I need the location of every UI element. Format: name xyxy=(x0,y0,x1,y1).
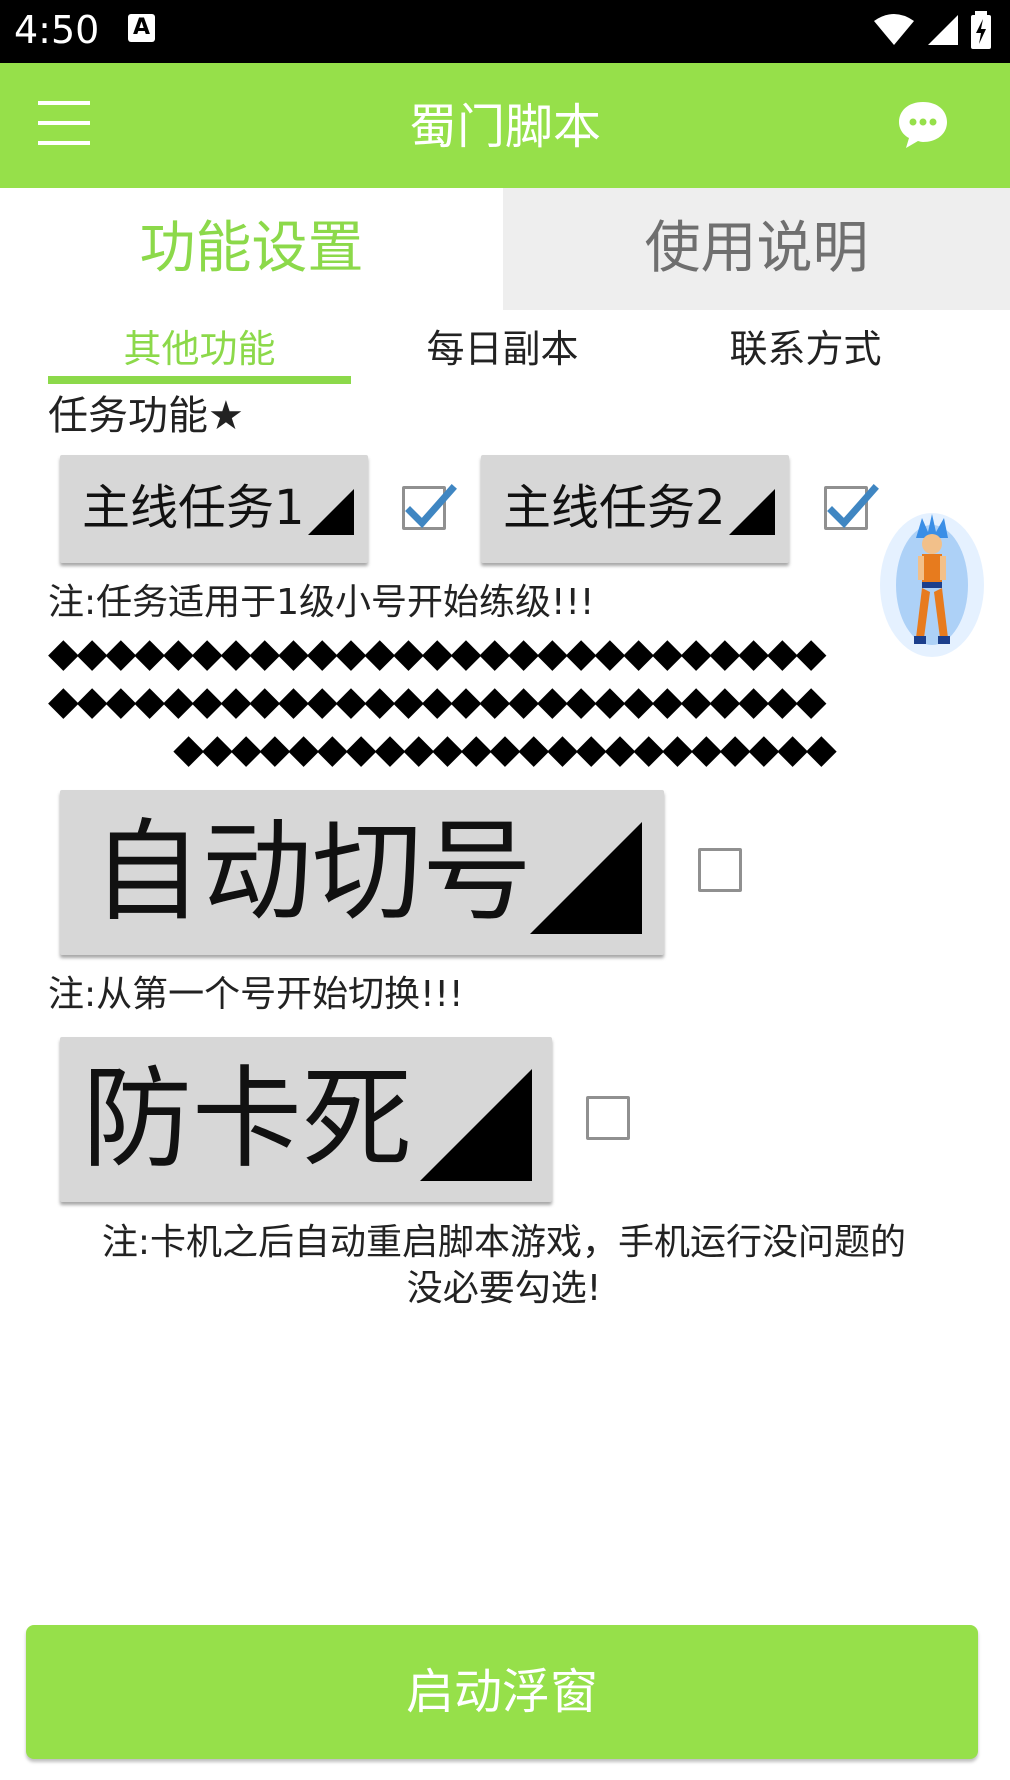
main-quest-1-spinner[interactable]: 主线任务1 xyxy=(60,455,368,563)
diamond-separator-row: ◆◆◆◆◆◆◆◆◆◆◆◆◆◆◆◆◆◆◆◆◆◆◆ xyxy=(173,726,837,772)
main-quest-2-checkbox[interactable] xyxy=(824,484,879,530)
status-bar: 4:50 A xyxy=(0,0,1010,63)
dropdown-triangle-icon xyxy=(530,822,642,934)
signal-icon xyxy=(928,15,958,45)
tab-feature-settings[interactable]: 功能设置 xyxy=(0,188,503,310)
subtab-daily-dungeon[interactable]: 每日副本 xyxy=(351,318,654,380)
anti-freeze-label: 防卡死 xyxy=(82,1055,412,1183)
wifi-icon xyxy=(874,14,914,45)
main-quest-1-label: 主线任务1 xyxy=(82,480,305,536)
diamond-separator-row: ◆◆◆◆◆◆◆◆◆◆◆◆◆◆◆◆◆◆◆◆◆◆◆◆◆◆◆ xyxy=(48,678,827,724)
diamond-separator-row: ◆◆◆◆◆◆◆◆◆◆◆◆◆◆◆◆◆◆◆◆◆◆◆◆◆◆◆ xyxy=(48,630,827,676)
anti-freeze-note-line1: 注:卡机之后自动重启脚本游戏，手机运行没问题的 xyxy=(101,1222,907,1263)
switch-note: 注:从第一个号开始切换!!! xyxy=(48,974,464,1015)
subtab-other-features[interactable]: 其他功能 xyxy=(48,318,351,380)
app-title: 蜀门脚本 xyxy=(408,99,601,155)
main-quest-1-checkbox[interactable] xyxy=(402,484,457,530)
system-icons xyxy=(872,10,992,50)
battery-icon xyxy=(971,11,991,49)
checkmark-icon xyxy=(405,484,457,529)
app-bar: 蜀门脚本 xyxy=(0,63,1010,188)
chat-bubble-icon[interactable] xyxy=(896,98,950,152)
subtab-indicator xyxy=(48,376,351,384)
top-tabs: 功能设置 使用说明 xyxy=(0,188,1010,310)
anti-freeze-spinner[interactable]: 防卡死 xyxy=(60,1037,552,1202)
quest-note: 注:任务适用于1级小号开始练级!!! xyxy=(48,582,595,623)
auto-switch-account-checkbox[interactable] xyxy=(698,848,742,892)
anti-freeze-note-line2: 没必要勾选! xyxy=(406,1268,602,1309)
main-quest-2-label: 主线任务2 xyxy=(503,480,726,536)
anti-freeze-note: 注:卡机之后自动重启脚本游戏，手机运行没问题的 没必要勾选! xyxy=(48,1220,960,1312)
auto-switch-account-spinner[interactable]: 自动切号 xyxy=(60,790,664,955)
subtab-contact[interactable]: 联系方式 xyxy=(654,318,957,380)
launch-floating-window-button[interactable]: 启动浮窗 xyxy=(26,1625,978,1759)
auto-switch-account-label: 自动切号 xyxy=(92,808,532,936)
dropdown-triangle-icon xyxy=(308,489,354,535)
section-title: 任务功能★ xyxy=(48,393,244,439)
dropdown-triangle-icon xyxy=(729,489,775,535)
status-time: 4:50 xyxy=(14,8,100,52)
notification-a-icon: A xyxy=(128,14,155,42)
tab-usage-instructions[interactable]: 使用说明 xyxy=(503,188,1010,310)
dropdown-triangle-icon xyxy=(420,1069,532,1181)
main-quest-2-spinner[interactable]: 主线任务2 xyxy=(481,455,789,563)
anti-freeze-checkbox[interactable] xyxy=(586,1096,630,1140)
